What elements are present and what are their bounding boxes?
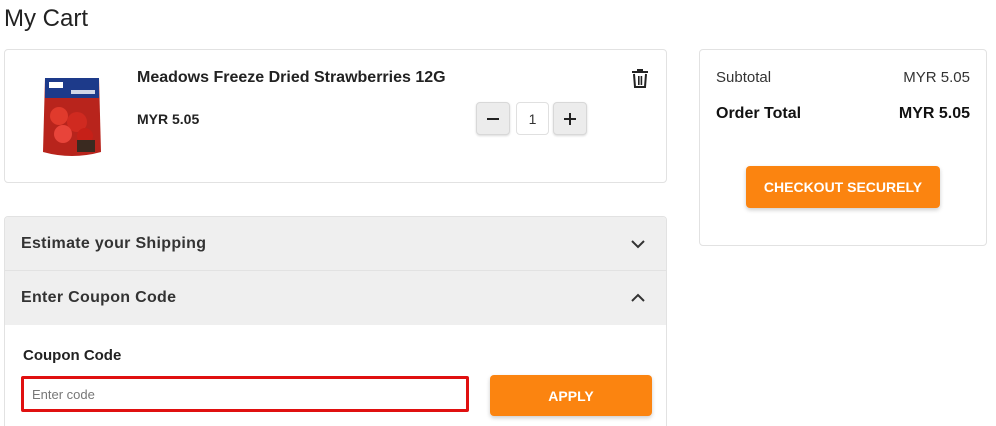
shipping-section-title: Estimate your Shipping <box>21 234 207 252</box>
product-name[interactable]: Meadows Freeze Dried Strawberries 12G <box>137 69 446 87</box>
cart-accordion: Estimate your Shipping Enter Coupon Code… <box>4 216 667 426</box>
page-title: My Cart <box>4 5 88 32</box>
quantity-decrease-button[interactable] <box>476 102 510 135</box>
product-image[interactable] <box>41 74 103 160</box>
trash-icon <box>632 69 648 88</box>
coupon-code-input[interactable] <box>21 376 469 412</box>
coupon-section-title: Enter Coupon Code <box>21 289 177 306</box>
cart-item: Meadows Freeze Dried Strawberries 12G MY… <box>4 49 667 183</box>
coupon-field-label: Coupon Code <box>23 347 122 364</box>
chevron-down-icon <box>631 240 645 249</box>
delete-item-button[interactable] <box>628 65 652 91</box>
chevron-up-icon <box>631 293 645 302</box>
order-total-label: Order Total <box>716 105 802 122</box>
quantity-increase-button[interactable] <box>553 102 587 135</box>
shipping-section-header[interactable]: Estimate your Shipping <box>5 217 666 271</box>
plus-icon <box>564 112 576 125</box>
product-price: MYR 5.05 <box>137 111 200 127</box>
order-total-value: MYR 5.05 <box>898 105 970 122</box>
subtotal-value: MYR 5.05 <box>903 69 970 86</box>
order-summary: Subtotal MYR 5.05 Order Total MYR 5.05 C… <box>699 49 987 246</box>
coupon-section-header[interactable]: Enter Coupon Code <box>5 271 666 325</box>
checkout-button[interactable]: CHECKOUT SECURELY <box>746 166 940 208</box>
minus-icon <box>487 117 499 120</box>
quantity-input[interactable] <box>516 102 549 135</box>
subtotal-label: Subtotal <box>716 69 772 86</box>
apply-coupon-button[interactable]: APPLY <box>490 375 652 416</box>
